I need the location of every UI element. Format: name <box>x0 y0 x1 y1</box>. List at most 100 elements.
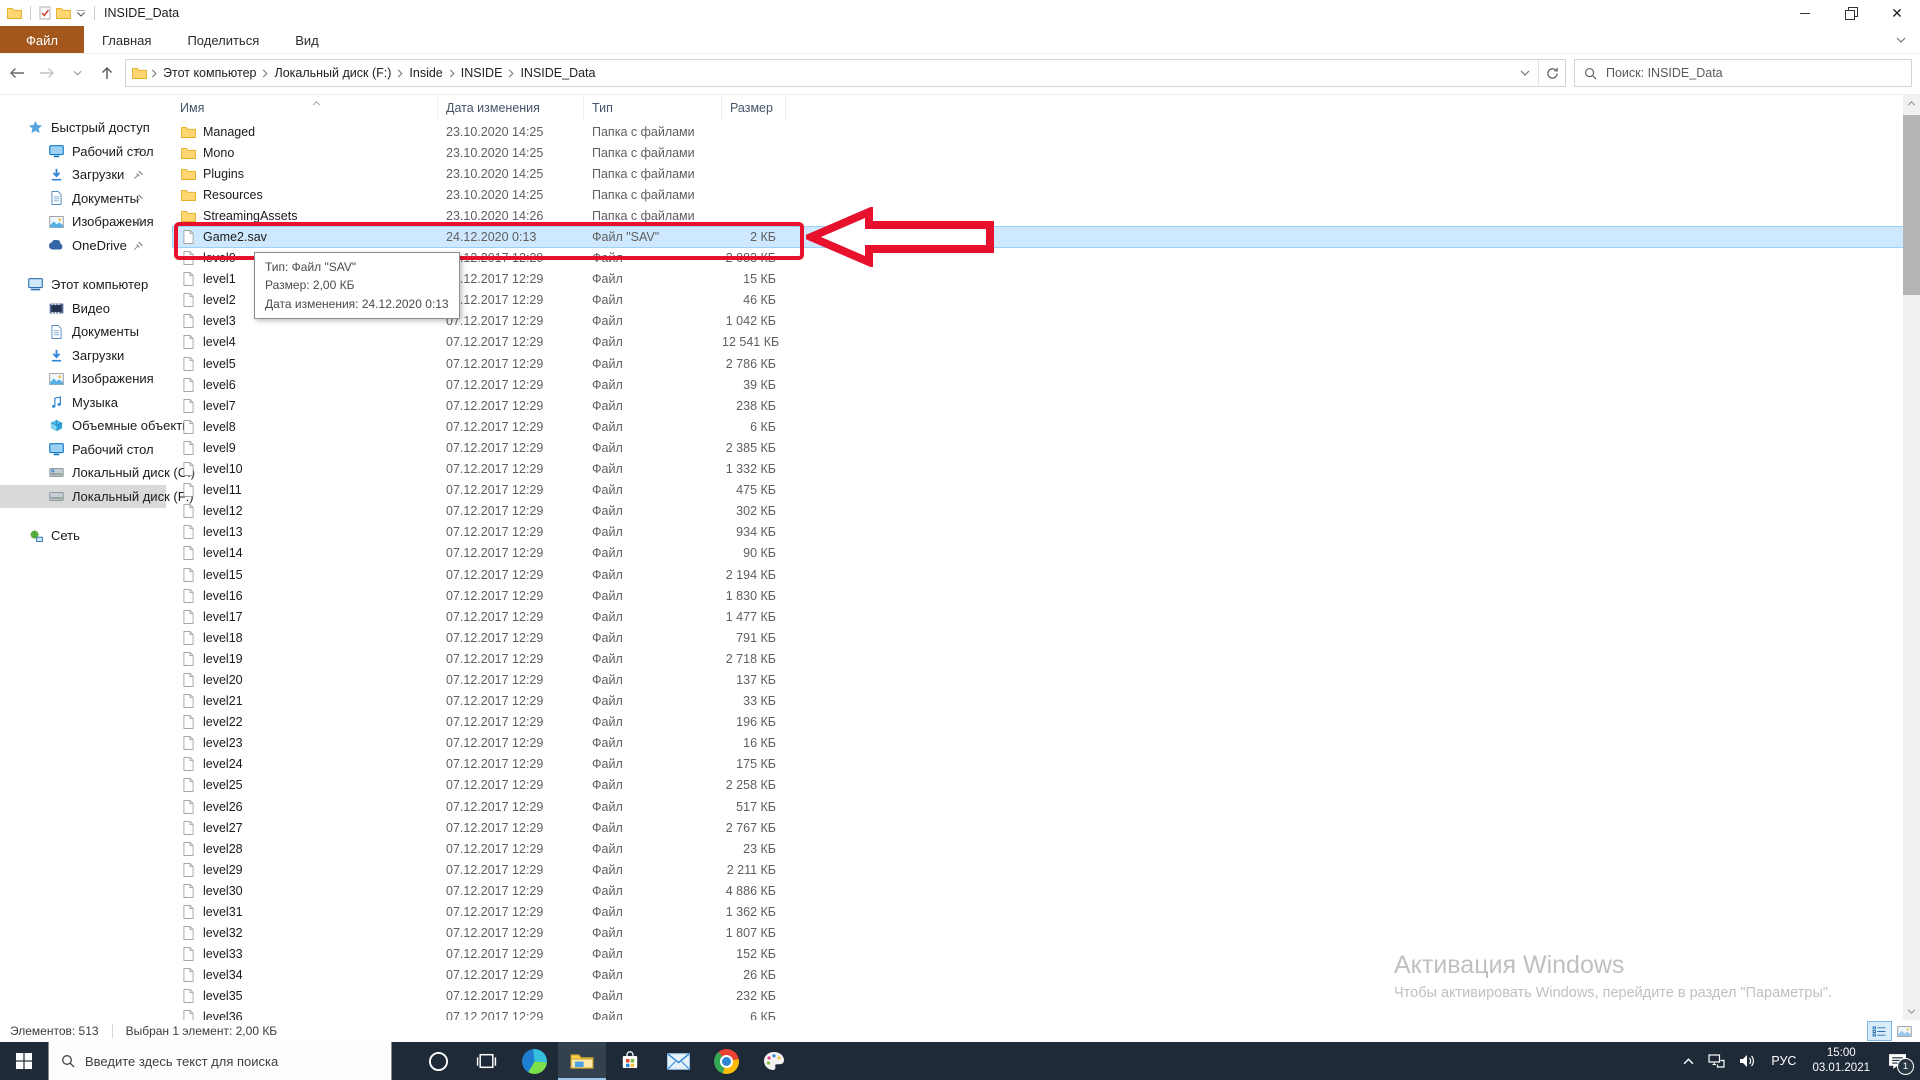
breadcrumb-chevron-icon[interactable] <box>395 69 405 78</box>
file-row[interactable]: level36 07.12.2017 12:29 Файл 6 КБ <box>172 1007 1920 1020</box>
breadcrumb-chevron-icon[interactable] <box>149 69 159 78</box>
scrollbar-thumb[interactable] <box>1903 115 1920 295</box>
breadcrumb-item[interactable]: INSIDE <box>457 66 507 80</box>
file-row[interactable]: level19 07.12.2017 12:29 Файл 2 718 КБ <box>172 648 1920 669</box>
sidebar-item[interactable]: Видео <box>0 297 166 321</box>
file-row[interactable]: level22 07.12.2017 12:29 Файл 196 КБ <box>172 712 1920 733</box>
ribbon-expand-button[interactable] <box>1896 26 1920 53</box>
file-row[interactable]: level29 07.12.2017 12:29 Файл 2 211 КБ <box>172 859 1920 880</box>
file-row[interactable]: level24 07.12.2017 12:29 Файл 175 КБ <box>172 754 1920 775</box>
file-row[interactable]: level27 07.12.2017 12:29 Файл 2 767 КБ <box>172 817 1920 838</box>
file-row[interactable]: level18 07.12.2017 12:29 Файл 791 КБ <box>172 627 1920 648</box>
column-header-name[interactable]: Имя <box>172 95 438 121</box>
file-row[interactable]: level25 07.12.2017 12:29 Файл 2 258 КБ <box>172 775 1920 796</box>
file-row[interactable]: Plugins 23.10.2020 14:25 Папка с файлами <box>172 163 1920 184</box>
sidebar-item[interactable]: Рабочий стол <box>0 140 166 164</box>
start-button[interactable] <box>0 1042 48 1080</box>
file-row[interactable]: level15 07.12.2017 12:29 Файл 2 194 КБ <box>172 564 1920 585</box>
file-row[interactable]: level14 07.12.2017 12:29 Файл 90 КБ <box>172 543 1920 564</box>
file-row[interactable]: Mono 23.10.2020 14:25 Папка с файлами <box>172 142 1920 163</box>
breadcrumb-item[interactable]: Этот компьютер <box>159 66 260 80</box>
sidebar-item[interactable]: Изображения <box>0 367 166 391</box>
sidebar-item[interactable]: Локальный диск (F:) <box>0 484 194 508</box>
breadcrumb-item[interactable]: INSIDE_Data <box>516 66 599 80</box>
search-input[interactable]: Поиск: INSIDE_Data <box>1574 59 1912 87</box>
tray-chevron-up-icon[interactable] <box>1676 1042 1701 1080</box>
up-button[interactable] <box>92 60 122 86</box>
file-row[interactable]: level33 07.12.2017 12:29 Файл 152 КБ <box>172 944 1920 965</box>
file-row[interactable]: level34 07.12.2017 12:29 Файл 26 КБ <box>172 965 1920 986</box>
file-row[interactable]: level13 07.12.2017 12:29 Файл 934 КБ <box>172 522 1920 543</box>
back-button[interactable] <box>2 60 32 86</box>
sidebar-item[interactable]: Рабочий стол <box>0 438 166 462</box>
qat-chevron-down-icon[interactable] <box>76 9 86 17</box>
column-header-type[interactable]: Тип <box>584 95 722 121</box>
file-row[interactable]: level23 07.12.2017 12:29 Файл 16 КБ <box>172 733 1920 754</box>
file-row[interactable]: level8 07.12.2017 12:29 Файл 6 КБ <box>172 416 1920 437</box>
sidebar-item[interactable]: Документы <box>0 320 166 344</box>
volume-icon[interactable] <box>1732 1042 1764 1080</box>
sidebar-item[interactable]: Загрузки <box>0 163 166 187</box>
taskbar-search-input[interactable]: Введите здесь текст для поиска <box>48 1042 392 1080</box>
taskbar-edge-button[interactable] <box>510 1042 558 1080</box>
file-row[interactable]: level6 07.12.2017 12:29 Файл 39 КБ <box>172 374 1920 395</box>
file-row[interactable]: level31 07.12.2017 12:29 Файл 1 362 КБ <box>172 901 1920 922</box>
breadcrumb-item[interactable]: Inside <box>405 66 446 80</box>
new-folder-icon[interactable] <box>56 7 71 19</box>
taskbar-mail-button[interactable] <box>654 1042 702 1080</box>
file-row[interactable]: level11 07.12.2017 12:29 Файл 475 КБ <box>172 480 1920 501</box>
file-row[interactable]: level30 07.12.2017 12:29 Файл 4 886 КБ <box>172 880 1920 901</box>
scroll-down-icon[interactable] <box>1903 1003 1920 1020</box>
sidebar-item[interactable]: Документы <box>0 187 166 211</box>
restore-button[interactable] <box>1828 0 1874 26</box>
details-view-button[interactable] <box>1867 1021 1892 1041</box>
scroll-up-icon[interactable] <box>1903 95 1920 112</box>
file-row[interactable]: level16 07.12.2017 12:29 Файл 1 830 КБ <box>172 585 1920 606</box>
minimize-button[interactable] <box>1782 0 1828 26</box>
address-box[interactable]: Этот компьютер Локальный диск (F:) Inside I… <box>125 59 1566 87</box>
thumbnail-view-button[interactable] <box>1892 1021 1917 1041</box>
taskbar-cortana-button[interactable] <box>414 1042 462 1080</box>
file-row[interactable]: Game2.sav 24.12.2020 0:13 Файл "SAV" 2 КБ <box>172 226 1920 248</box>
column-header-size[interactable]: Размер <box>722 95 786 121</box>
ribbon-tab-2[interactable]: Поделиться <box>169 26 277 53</box>
taskbar-explorer-button[interactable] <box>558 1042 606 1080</box>
ribbon-tab-0[interactable]: Файл <box>0 26 84 53</box>
file-row[interactable]: level26 07.12.2017 12:29 Файл 517 КБ <box>172 796 1920 817</box>
address-dropdown-chevron-icon[interactable] <box>1512 60 1538 86</box>
vertical-scrollbar[interactable] <box>1903 95 1920 1020</box>
properties-check-icon[interactable] <box>39 6 51 20</box>
breadcrumb-item[interactable]: Локальный диск (F:) <box>270 66 395 80</box>
file-row[interactable]: level21 07.12.2017 12:29 Файл 33 КБ <box>172 691 1920 712</box>
sidebar-item[interactable]: Изображения <box>0 210 166 234</box>
sidebar-item[interactable]: Быстрый доступ <box>0 116 166 140</box>
close-button[interactable]: ✕ <box>1874 0 1920 26</box>
column-header-date[interactable]: Дата изменения <box>438 95 584 121</box>
breadcrumb-chevron-icon[interactable] <box>447 69 457 78</box>
ribbon-tab-3[interactable]: Вид <box>277 26 337 53</box>
file-row[interactable]: level5 07.12.2017 12:29 Файл 2 786 КБ <box>172 353 1920 374</box>
taskbar-store-button[interactable] <box>606 1042 654 1080</box>
sidebar-item[interactable]: Музыка <box>0 391 166 415</box>
file-row[interactable]: Managed 23.10.2020 14:25 Папка с файлами <box>172 121 1920 142</box>
clock[interactable]: 15:00 03.01.2021 <box>1803 1046 1879 1076</box>
refresh-button[interactable] <box>1539 60 1565 86</box>
sidebar-item[interactable]: Локальный диск (C:) <box>0 461 195 485</box>
file-row[interactable]: StreamingAssets 23.10.2020 14:26 Папка с ф… <box>172 205 1920 226</box>
recent-locations-chevron-icon[interactable] <box>62 60 92 86</box>
sidebar-item[interactable]: Загрузки <box>0 344 166 368</box>
sidebar-item[interactable]: Этот компьютер <box>0 273 166 297</box>
file-row[interactable]: level35 07.12.2017 12:29 Файл 232 КБ <box>172 986 1920 1007</box>
breadcrumb-chevron-icon[interactable] <box>506 69 516 78</box>
file-row[interactable]: level9 07.12.2017 12:29 Файл 2 385 КБ <box>172 437 1920 458</box>
network-icon[interactable] <box>1701 1042 1732 1080</box>
file-row[interactable]: level12 07.12.2017 12:29 Файл 302 КБ <box>172 501 1920 522</box>
taskbar-taskview-button[interactable] <box>462 1042 510 1080</box>
file-row[interactable]: level4 07.12.2017 12:29 Файл 12 541 КБ <box>172 332 1920 353</box>
action-center-button[interactable]: 1 <box>1879 1042 1918 1080</box>
file-row[interactable]: level32 07.12.2017 12:29 Файл 1 807 КБ <box>172 923 1920 944</box>
ribbon-tab-1[interactable]: Главная <box>84 26 169 53</box>
language-indicator[interactable]: РУС <box>1764 1042 1803 1080</box>
file-row[interactable]: level10 07.12.2017 12:29 Файл 1 332 КБ <box>172 459 1920 480</box>
sidebar-item[interactable]: Объемные объекты <box>0 414 192 438</box>
